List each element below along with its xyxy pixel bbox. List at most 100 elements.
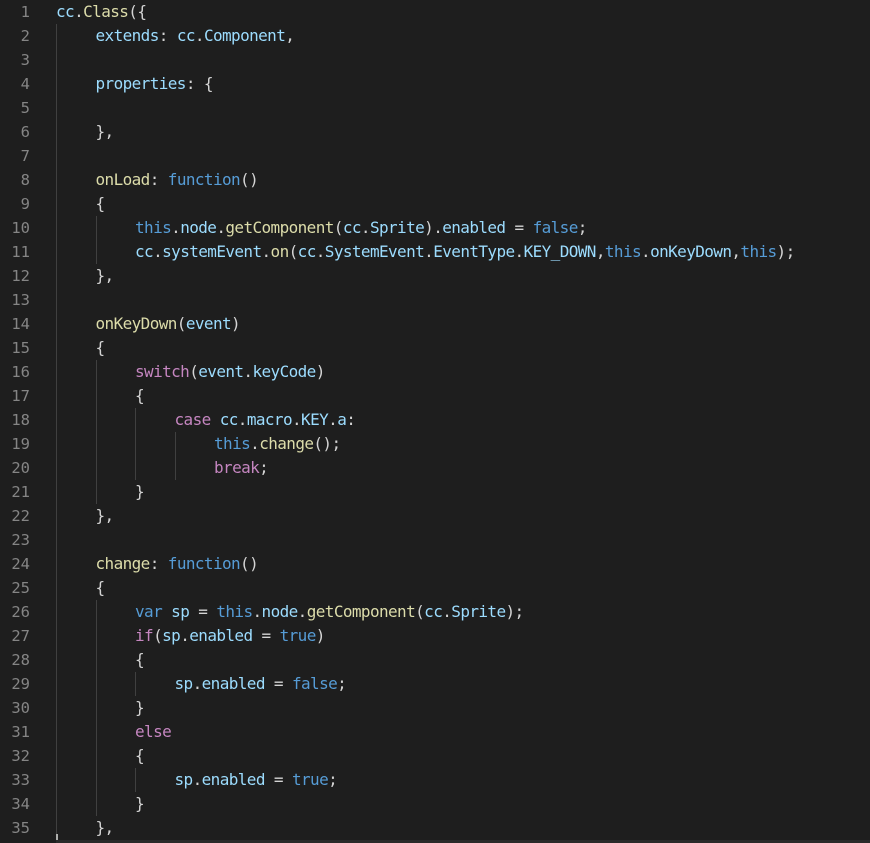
- code-line[interactable]: },: [56, 264, 870, 288]
- indent-guide: [56, 672, 57, 696]
- line-number: 13: [11, 291, 30, 309]
- indent-guide: [56, 552, 57, 576]
- indent-guide: [56, 504, 57, 528]
- indent-guide: [95, 720, 97, 744]
- code-token: false: [291, 674, 338, 693]
- code-token: ({: [128, 2, 147, 21]
- code-line[interactable]: else: [56, 720, 870, 744]
- code-token: {: [135, 650, 145, 669]
- code-line[interactable]: onKeyDown(event): [56, 312, 870, 336]
- code-editor[interactable]: 1 2 3 4 5 6 7 8 9 10 11 12 13 14 15 16 17 18 19 20 21 22 23 24 2…: [0, 0, 870, 843]
- code-line[interactable]: {: [56, 192, 870, 216]
- code-token: sp: [162, 626, 181, 645]
- code-line[interactable]: }: [56, 480, 870, 504]
- code-line[interactable]: this.node.getComponent(cc.Sprite).enable…: [56, 216, 870, 240]
- code-token: .: [250, 434, 260, 453]
- code-token: this: [135, 218, 172, 237]
- code-line[interactable]: }: [56, 696, 870, 720]
- code-line[interactable]: var sp = this.node.getComponent(cc.Sprit…: [56, 600, 870, 624]
- code-line[interactable]: }: [56, 792, 870, 816]
- code-line[interactable]: },: [56, 504, 870, 528]
- indent-guide: [135, 768, 136, 792]
- code-token: .: [328, 410, 338, 429]
- code-line[interactable]: switch(event.keyCode): [56, 360, 870, 384]
- code-line[interactable]: {: [56, 384, 870, 408]
- code-line[interactable]: sp.enabled = true;: [56, 768, 870, 792]
- code-line[interactable]: [56, 528, 870, 552]
- indent-guide: [56, 720, 57, 744]
- indent-guide: [56, 240, 57, 264]
- line-number: 25: [11, 579, 30, 597]
- indent-guide: [95, 696, 97, 720]
- code-line[interactable]: [56, 288, 870, 312]
- code-line[interactable]: [56, 48, 870, 72]
- code-token: SystemEvent: [324, 242, 425, 261]
- code-token: .: [237, 410, 248, 429]
- code-token: onKeyDown: [95, 314, 178, 333]
- indent-guide: [56, 168, 57, 192]
- line-number: 10: [11, 219, 30, 237]
- code-line[interactable]: },: [56, 816, 870, 840]
- code-token: .: [171, 218, 181, 237]
- code-token: );: [776, 242, 796, 261]
- code-line[interactable]: cc.Class({: [56, 0, 870, 24]
- code-token: Component: [203, 26, 286, 45]
- code-line[interactable]: this.change();: [56, 432, 870, 456]
- indent-guide: [95, 384, 97, 408]
- code-line[interactable]: [56, 144, 870, 168]
- indent-guide: [56, 48, 57, 72]
- code-token: macro: [246, 410, 293, 429]
- code-line[interactable]: {: [56, 576, 870, 600]
- code-token: :: [149, 554, 168, 573]
- code-line[interactable]: onLoad: function(): [56, 168, 870, 192]
- code-line-content: {: [96, 336, 106, 360]
- code-token: ;: [259, 458, 269, 477]
- code-line[interactable]: properties: {: [56, 72, 870, 96]
- indent-guide: [56, 264, 57, 288]
- code-token: .: [297, 602, 308, 621]
- code-token: Sprite: [369, 218, 425, 237]
- code-line[interactable]: {: [56, 336, 870, 360]
- code-line[interactable]: {: [56, 744, 870, 768]
- code-line[interactable]: cc.systemEvent.on(cc.SystemEvent.EventTy…: [56, 240, 870, 264]
- code-line-content: {: [96, 576, 106, 600]
- indent-guide: [95, 456, 97, 480]
- code-line-content: },: [96, 816, 115, 840]
- code-line[interactable]: if(sp.enabled = true): [56, 624, 870, 648]
- code-line[interactable]: },: [56, 120, 870, 144]
- code-token: .: [252, 602, 262, 621]
- code-token: =: [264, 770, 292, 789]
- code-line[interactable]: case cc.macro.KEY.a:: [56, 408, 870, 432]
- indent-guide: [95, 240, 97, 264]
- code-line[interactable]: change: function(): [56, 552, 870, 576]
- code-line-content: {: [135, 648, 145, 672]
- code-token: event: [198, 362, 244, 381]
- indent-guide: [135, 672, 136, 696]
- code-token: event: [185, 314, 232, 333]
- code-token: {: [135, 746, 145, 765]
- code-line-content: },: [96, 504, 115, 528]
- line-number: 31: [11, 723, 30, 741]
- code-token: .: [153, 242, 163, 261]
- code-token: .: [424, 242, 434, 261]
- line-number: 33: [11, 771, 30, 789]
- code-line[interactable]: sp.enabled = false;: [56, 672, 870, 696]
- code-token: .: [194, 26, 205, 45]
- code-token: change: [259, 434, 314, 453]
- code-line[interactable]: break;: [56, 456, 870, 480]
- code-token: .: [514, 242, 525, 261]
- code-token: enabled: [201, 674, 266, 693]
- code-line[interactable]: extends: cc.Component,: [56, 24, 870, 48]
- code-line[interactable]: [56, 96, 870, 120]
- code-token: cc: [135, 242, 154, 261]
- code-area[interactable]: cc.Class({extends: cc.Component, properti…: [56, 0, 870, 840]
- line-number: 3: [20, 51, 30, 69]
- code-token: keyCode: [252, 362, 316, 381]
- line-number: 11: [11, 243, 30, 261]
- code-line[interactable]: {: [56, 648, 870, 672]
- code-line-content: break;: [214, 456, 269, 480]
- code-token: true: [279, 626, 317, 645]
- code-line-content: }: [135, 480, 145, 504]
- code-token: .: [192, 770, 203, 789]
